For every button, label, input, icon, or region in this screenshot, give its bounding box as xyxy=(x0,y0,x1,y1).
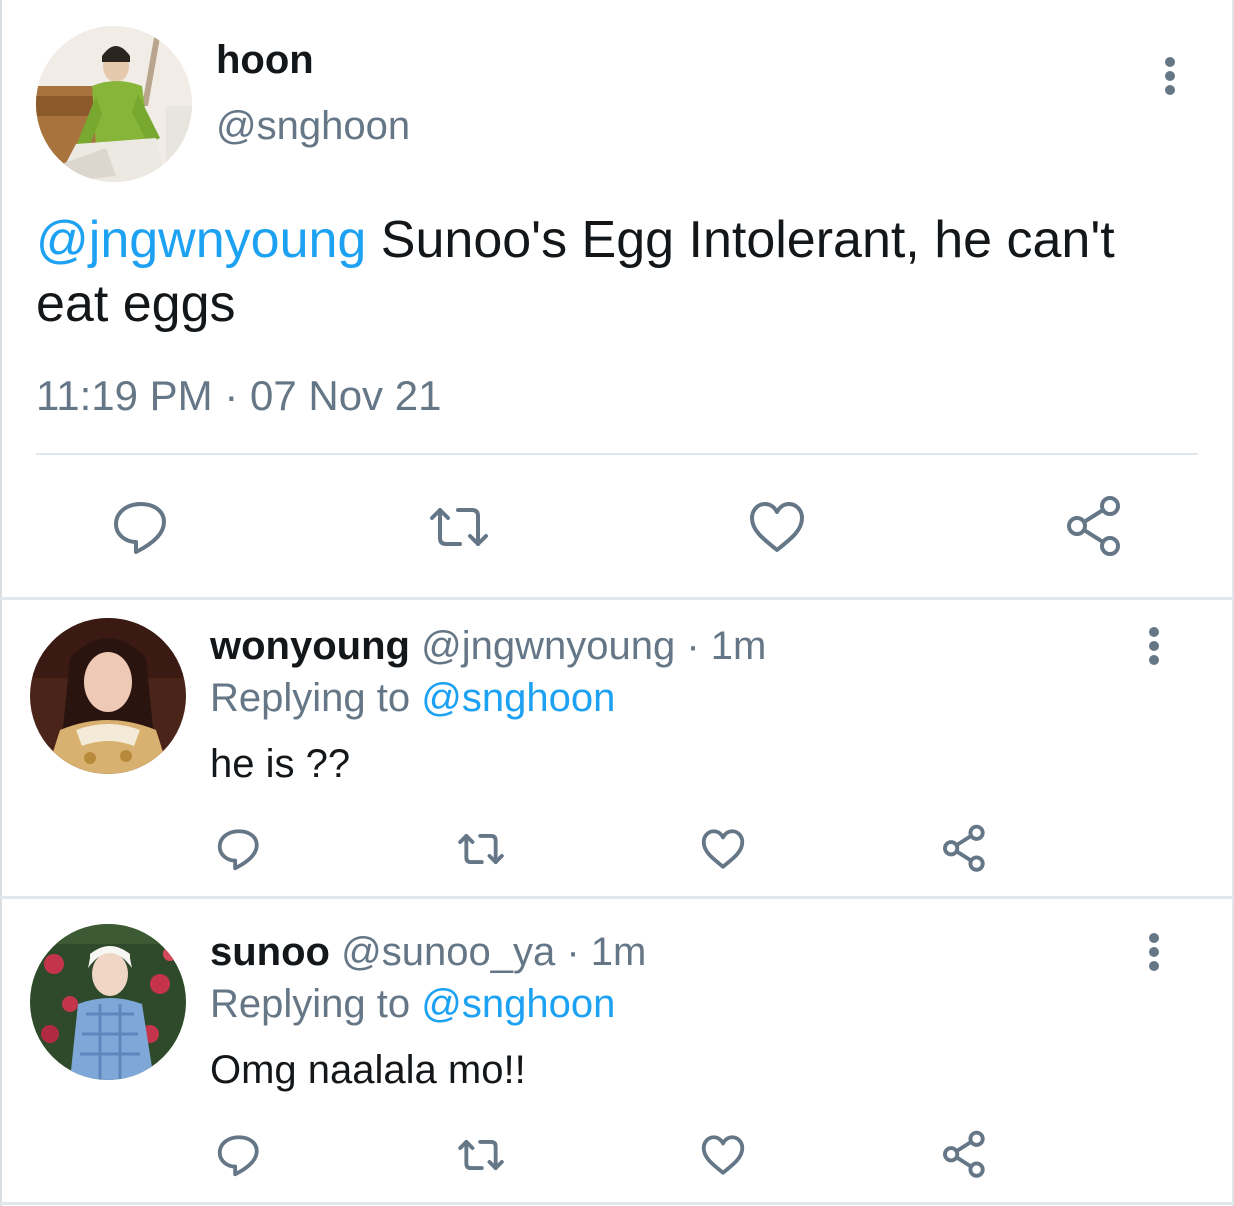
avatar-sunoo-photo xyxy=(30,924,186,1080)
divider xyxy=(0,1202,1234,1205)
reply-text: he is ?? xyxy=(210,742,351,786)
like-icon[interactable] xyxy=(742,492,812,562)
reply-author-handle[interactable]: @jngwnyoung xyxy=(421,624,675,668)
share-icon[interactable] xyxy=(1060,492,1130,562)
reply-icon[interactable] xyxy=(212,822,266,876)
author-name[interactable]: hoon xyxy=(216,38,314,83)
replying-to-link[interactable]: @snghoon xyxy=(421,676,615,720)
share-icon[interactable] xyxy=(938,822,992,876)
reply-header: wonyoung @jngwnyoung · 1m xyxy=(210,624,766,669)
retweet-icon[interactable] xyxy=(454,1128,508,1182)
more-options-icon[interactable] xyxy=(1140,932,1168,976)
divider xyxy=(36,453,1198,455)
retweet-icon[interactable] xyxy=(454,822,508,876)
divider xyxy=(0,896,1234,899)
avatar-wonyoung-photo xyxy=(30,618,186,774)
more-options-icon[interactable] xyxy=(1140,626,1168,670)
divider xyxy=(0,597,1234,600)
reply-time: · 1m xyxy=(555,930,647,974)
reply-text: Omg naalala mo!! xyxy=(210,1048,526,1092)
frame-border-left xyxy=(0,0,2,1206)
reply-time: · 1m xyxy=(675,624,767,668)
mention-link[interactable]: @jngwnyoung xyxy=(36,211,366,269)
replying-to: Replying to @snghoon xyxy=(210,982,615,1027)
reply-header: sunoo @sunoo_ya · 1m xyxy=(210,930,646,975)
replying-to-label: Replying to xyxy=(210,982,422,1026)
share-icon[interactable] xyxy=(938,1128,992,1182)
avatar-sunoo[interactable] xyxy=(30,924,186,1080)
replying-to-link[interactable]: @snghoon xyxy=(421,982,615,1026)
reply-author-name[interactable]: wonyoung xyxy=(210,624,410,668)
avatar-hoon-photo xyxy=(36,26,192,182)
tweet-text: @jngwnyoung Sunoo's Egg Intolerant, he c… xyxy=(36,208,1186,336)
reply-icon[interactable] xyxy=(212,1128,266,1182)
author-handle[interactable]: @snghoon xyxy=(216,104,410,149)
avatar-hoon[interactable] xyxy=(36,26,192,182)
retweet-icon[interactable] xyxy=(424,492,494,562)
reply-author-name[interactable]: sunoo xyxy=(210,930,330,974)
more-options-icon[interactable] xyxy=(1156,56,1184,100)
like-icon[interactable] xyxy=(696,1128,750,1182)
tweet-timestamp[interactable]: 11:19 PM · 07 Nov 21 xyxy=(36,372,441,420)
reply-icon[interactable] xyxy=(106,492,176,562)
like-icon[interactable] xyxy=(696,822,750,876)
reply-author-handle[interactable]: @sunoo_ya xyxy=(341,930,555,974)
avatar-wonyoung[interactable] xyxy=(30,618,186,774)
replying-to-label: Replying to xyxy=(210,676,422,720)
replying-to: Replying to @snghoon xyxy=(210,676,615,721)
